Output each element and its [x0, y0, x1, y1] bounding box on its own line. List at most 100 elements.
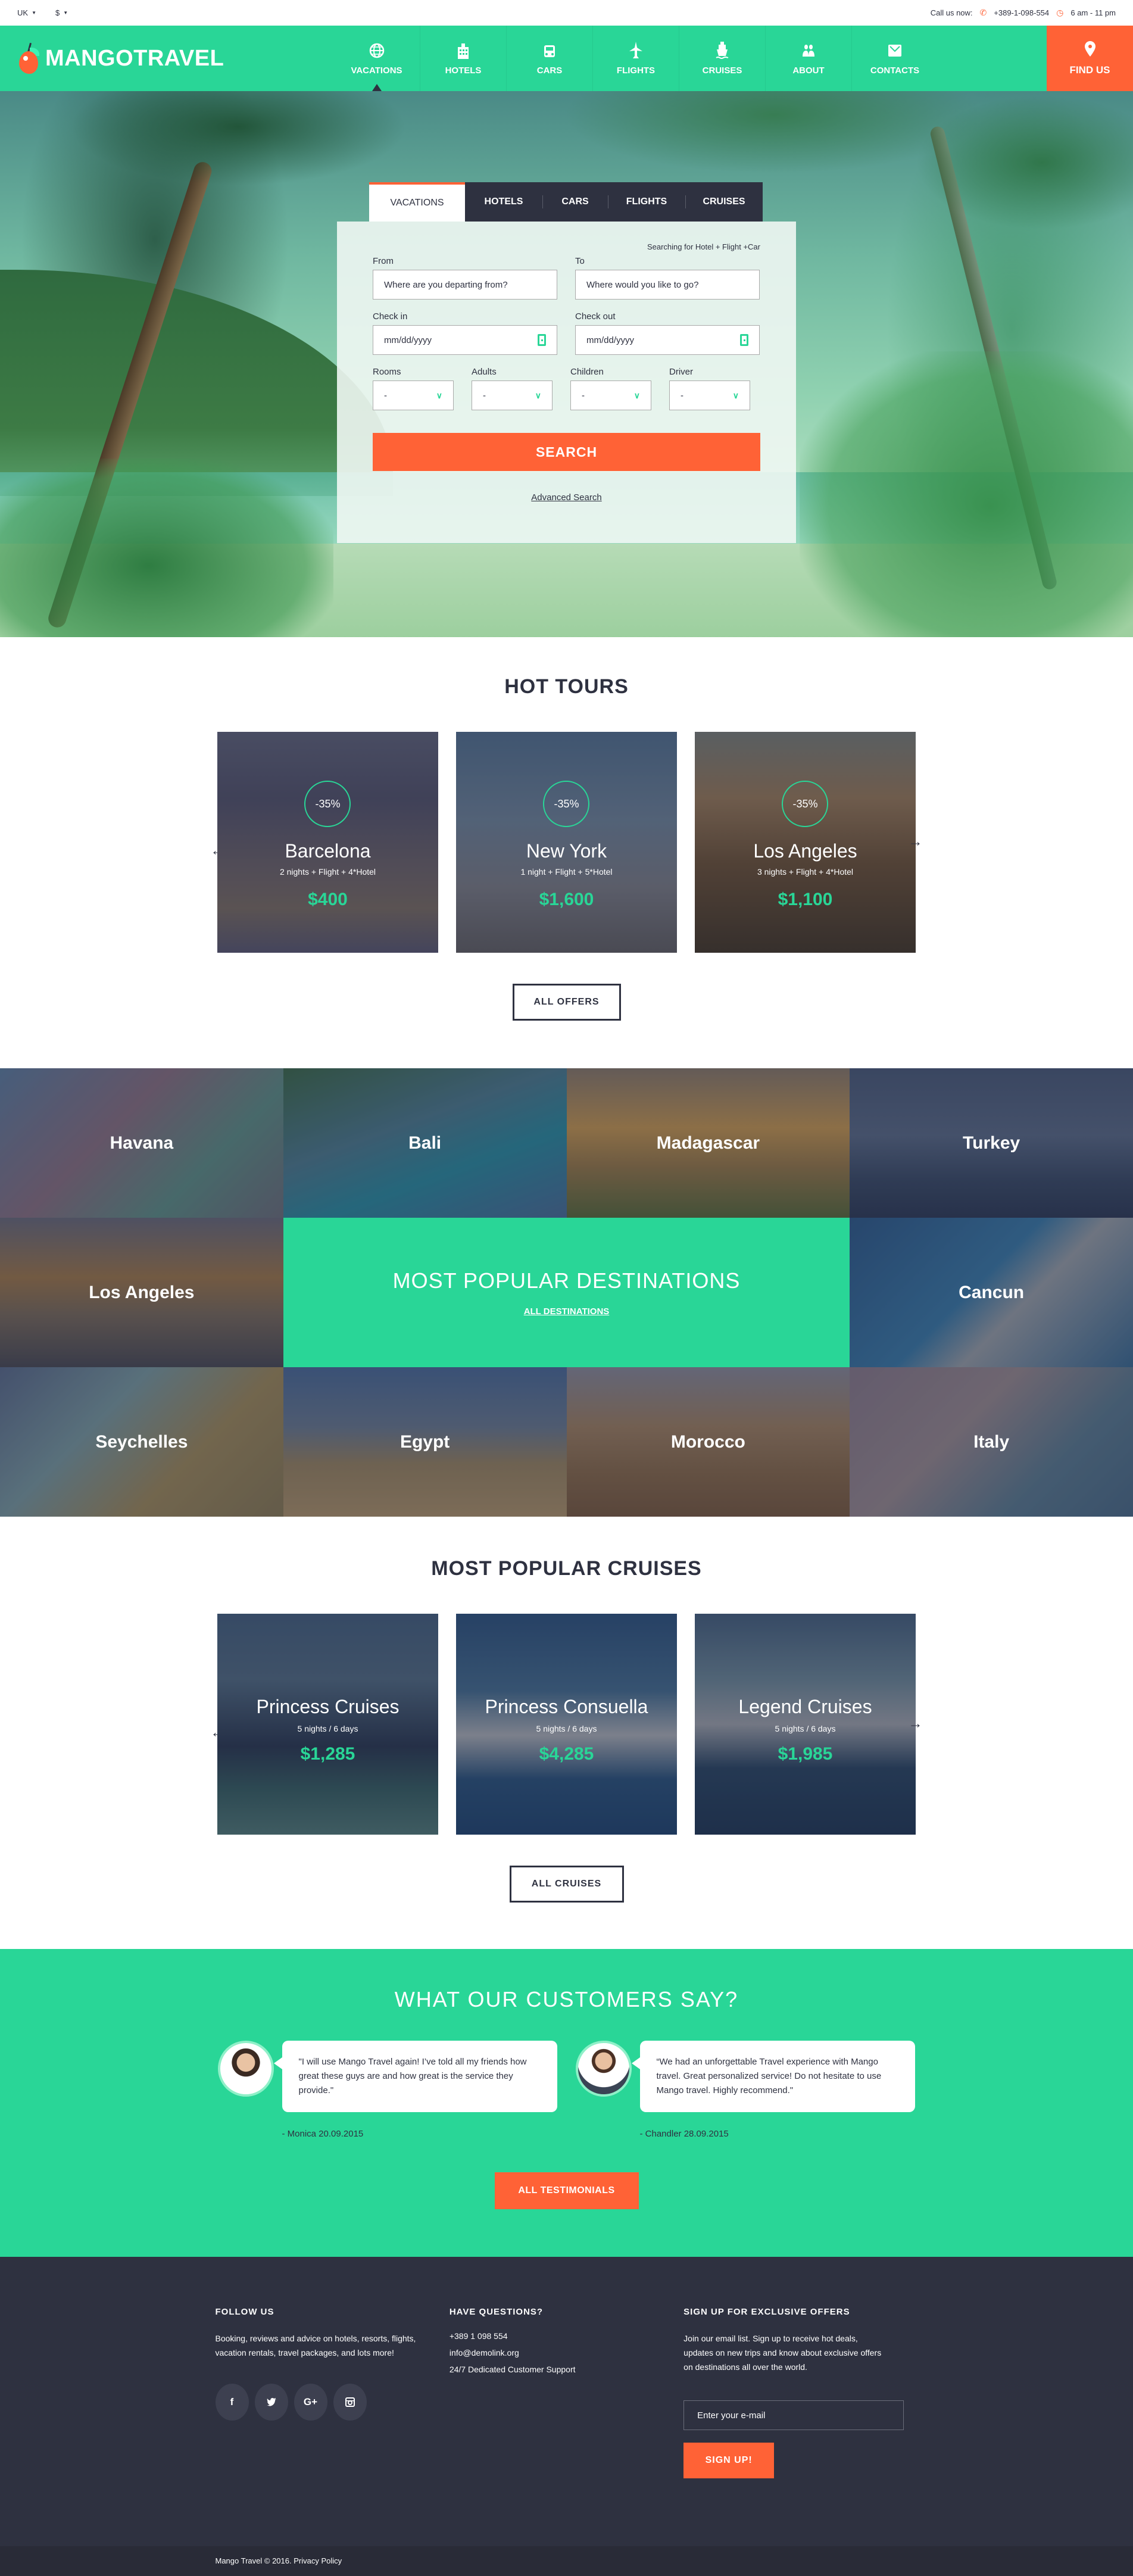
- email-input[interactable]: [683, 2400, 904, 2430]
- testimonials-section: WHAT OUR CUSTOMERS SAY? "I will use Mang…: [0, 1949, 1133, 2257]
- to-input[interactable]: [586, 279, 748, 290]
- facebook-icon[interactable]: f: [215, 2384, 249, 2421]
- destination-tile[interactable]: Bali: [283, 1068, 567, 1218]
- cruise-price: $1,285: [300, 1744, 355, 1764]
- people-icon: [800, 42, 817, 60]
- discount-badge: -35%: [304, 781, 351, 827]
- nav-cruises[interactable]: CRUISES: [679, 26, 765, 91]
- calendar-icon[interactable]: [538, 334, 546, 346]
- cruise-price: $4,285: [539, 1744, 594, 1764]
- arrow-right-icon[interactable]: →: [909, 1716, 923, 1732]
- instagram-icon[interactable]: [333, 2384, 367, 2421]
- testimonial-quote: “We had an unforgettable Travel experien…: [631, 2041, 915, 2112]
- language-select[interactable]: UK ▼: [17, 8, 36, 17]
- footer: FOLLOW US Booking, reviews and advice on…: [0, 2257, 1133, 2546]
- all-offers-button[interactable]: ALL OFFERS: [512, 984, 621, 1021]
- destinations-promo: MOST POPULAR DESTINATIONS ALL DESTINATIO…: [283, 1218, 850, 1367]
- nav-vacations[interactable]: VACATIONS: [333, 26, 420, 91]
- destination-tile[interactable]: Madagascar: [566, 1068, 850, 1218]
- nav-cars[interactable]: CARS: [506, 26, 592, 91]
- hot-tours-carousel: ← -35% Barcelona 2 nights + Flight + 4*H…: [211, 732, 923, 953]
- cruise-card[interactable]: Princess Cruises 5 nights / 6 days $1,28…: [217, 1614, 438, 1835]
- find-us-button[interactable]: FIND US: [1047, 26, 1133, 91]
- logo[interactable]: MANGOTRAVEL: [0, 26, 333, 91]
- signup-button[interactable]: SIGN UP!: [683, 2443, 775, 2478]
- tour-card[interactable]: -35% Los Angeles 3 nights + Flight + 4*H…: [695, 732, 916, 953]
- destination-tile[interactable]: Cancun: [850, 1218, 1133, 1367]
- logo-text: MANGOTRAVEL: [45, 45, 224, 71]
- children-select[interactable]: - ∨: [570, 381, 651, 410]
- top-bar: UK ▼ $ ▼ Call us now: ✆ +389-1-098-554 ◷…: [0, 0, 1133, 26]
- search-form: Searching for Hotel + Flight +Car From T…: [337, 222, 796, 543]
- search-tab-cars[interactable]: CARS: [542, 182, 608, 222]
- advanced-search-link[interactable]: Advanced Search: [373, 492, 760, 503]
- discount-badge: -35%: [782, 781, 829, 827]
- destination-tile[interactable]: Egypt: [283, 1367, 567, 1517]
- call-label: Call us now:: [930, 8, 973, 17]
- nav-about[interactable]: ABOUT: [765, 26, 851, 91]
- all-testimonials-button[interactable]: ALL TESTIMONIALS: [494, 2172, 639, 2209]
- checkout-input[interactable]: [586, 335, 740, 345]
- testimonial-author: - Monica 20.09.2015: [282, 2129, 364, 2139]
- tour-price: $400: [308, 890, 348, 909]
- nav-hotels[interactable]: HOTELS: [420, 26, 506, 91]
- tour-details: 3 nights + Flight + 4*Hotel: [757, 867, 854, 877]
- chevron-down-icon: ∨: [732, 390, 739, 400]
- currency-select[interactable]: $ ▼: [55, 8, 68, 17]
- nav-flights[interactable]: FLIGHTS: [592, 26, 679, 91]
- to-label: To: [575, 256, 585, 266]
- ship-icon: [713, 41, 731, 60]
- hot-tours-section: HOT TOURS ← -35% Barcelona 2 nights + Fl…: [0, 637, 1133, 1068]
- mail-icon: [886, 42, 904, 60]
- all-destinations-link[interactable]: ALL DESTINATIONS: [524, 1306, 610, 1317]
- destination-tile[interactable]: Turkey: [850, 1068, 1133, 1218]
- cruise-name: Princess Consuella: [485, 1696, 648, 1717]
- from-label: From: [373, 256, 394, 266]
- nav-contacts[interactable]: CONTACTS: [851, 26, 938, 91]
- google-plus-icon[interactable]: G+: [294, 2384, 327, 2421]
- search-tab-hotels[interactable]: HOTELS: [465, 182, 542, 222]
- tour-card[interactable]: -35% Barcelona 2 nights + Flight + 4*Hot…: [217, 732, 438, 953]
- twitter-icon[interactable]: [254, 2384, 288, 2421]
- destination-tile[interactable]: Havana: [0, 1068, 283, 1218]
- footer-support: 24/7 Dedicated Customer Support: [449, 2365, 576, 2374]
- search-tab-vacations[interactable]: VACATIONS: [369, 182, 465, 222]
- checkin-input[interactable]: [384, 335, 538, 345]
- search-tab-cruises[interactable]: CRUISES: [685, 182, 763, 222]
- children-label: Children: [570, 367, 604, 377]
- cruise-price: $1,985: [778, 1744, 833, 1764]
- cruise-card[interactable]: Princess Consuella 5 nights / 6 days $4,…: [456, 1614, 677, 1835]
- destination-tile[interactable]: Italy: [850, 1367, 1133, 1517]
- testimonial: “We had an unforgettable Travel experien…: [575, 2041, 916, 2139]
- building-icon: [454, 42, 472, 60]
- privacy-policy-link[interactable]: Privacy Policy: [294, 2556, 342, 2565]
- from-input[interactable]: [384, 279, 546, 290]
- footer-email[interactable]: info@demolink.org: [450, 2348, 683, 2357]
- signup-title: SIGN UP FOR EXCLUSIVE OFFERS: [683, 2307, 850, 2317]
- tour-card[interactable]: -35% New York 1 night + Flight + 5*Hotel…: [456, 732, 677, 953]
- copyright-bar: Mango Travel © 2016. Privacy Policy: [0, 2546, 1133, 2576]
- destination-tile[interactable]: Morocco: [566, 1367, 850, 1517]
- phone-number[interactable]: +389-1-098-554: [994, 8, 1049, 17]
- footer-phone[interactable]: +389 1 098 554: [450, 2331, 683, 2341]
- destination-tile[interactable]: Seychelles: [0, 1367, 283, 1517]
- tour-city: Barcelona: [285, 840, 371, 862]
- adults-select[interactable]: - ∨: [472, 381, 553, 410]
- copyright-text: Mango Travel © 2016.: [215, 2556, 292, 2565]
- arrow-right-icon[interactable]: →: [909, 834, 923, 850]
- cruises-title: MOST POPULAR CRUISES: [431, 1557, 702, 1580]
- all-cruises-button[interactable]: ALL CRUISES: [509, 1866, 624, 1903]
- discount-badge: -35%: [543, 781, 590, 827]
- driver-select[interactable]: - ∨: [669, 381, 750, 410]
- main-nav: VACATIONS HOTELS CARS FLIGHTS CRUISES AB…: [333, 26, 938, 91]
- calendar-icon[interactable]: [740, 334, 748, 346]
- tour-price: $1,600: [539, 890, 594, 909]
- cruise-card[interactable]: Legend Cruises 5 nights / 6 days $1,985: [695, 1614, 916, 1835]
- rooms-select[interactable]: - ∨: [373, 381, 454, 410]
- globe-icon: [368, 42, 386, 60]
- map-pin-icon: [1084, 40, 1095, 60]
- cruise-name: Legend Cruises: [738, 1696, 872, 1717]
- search-tab-flights[interactable]: FLIGHTS: [608, 182, 685, 222]
- search-button[interactable]: SEARCH: [373, 433, 760, 471]
- destination-tile[interactable]: Los Angeles: [0, 1218, 283, 1367]
